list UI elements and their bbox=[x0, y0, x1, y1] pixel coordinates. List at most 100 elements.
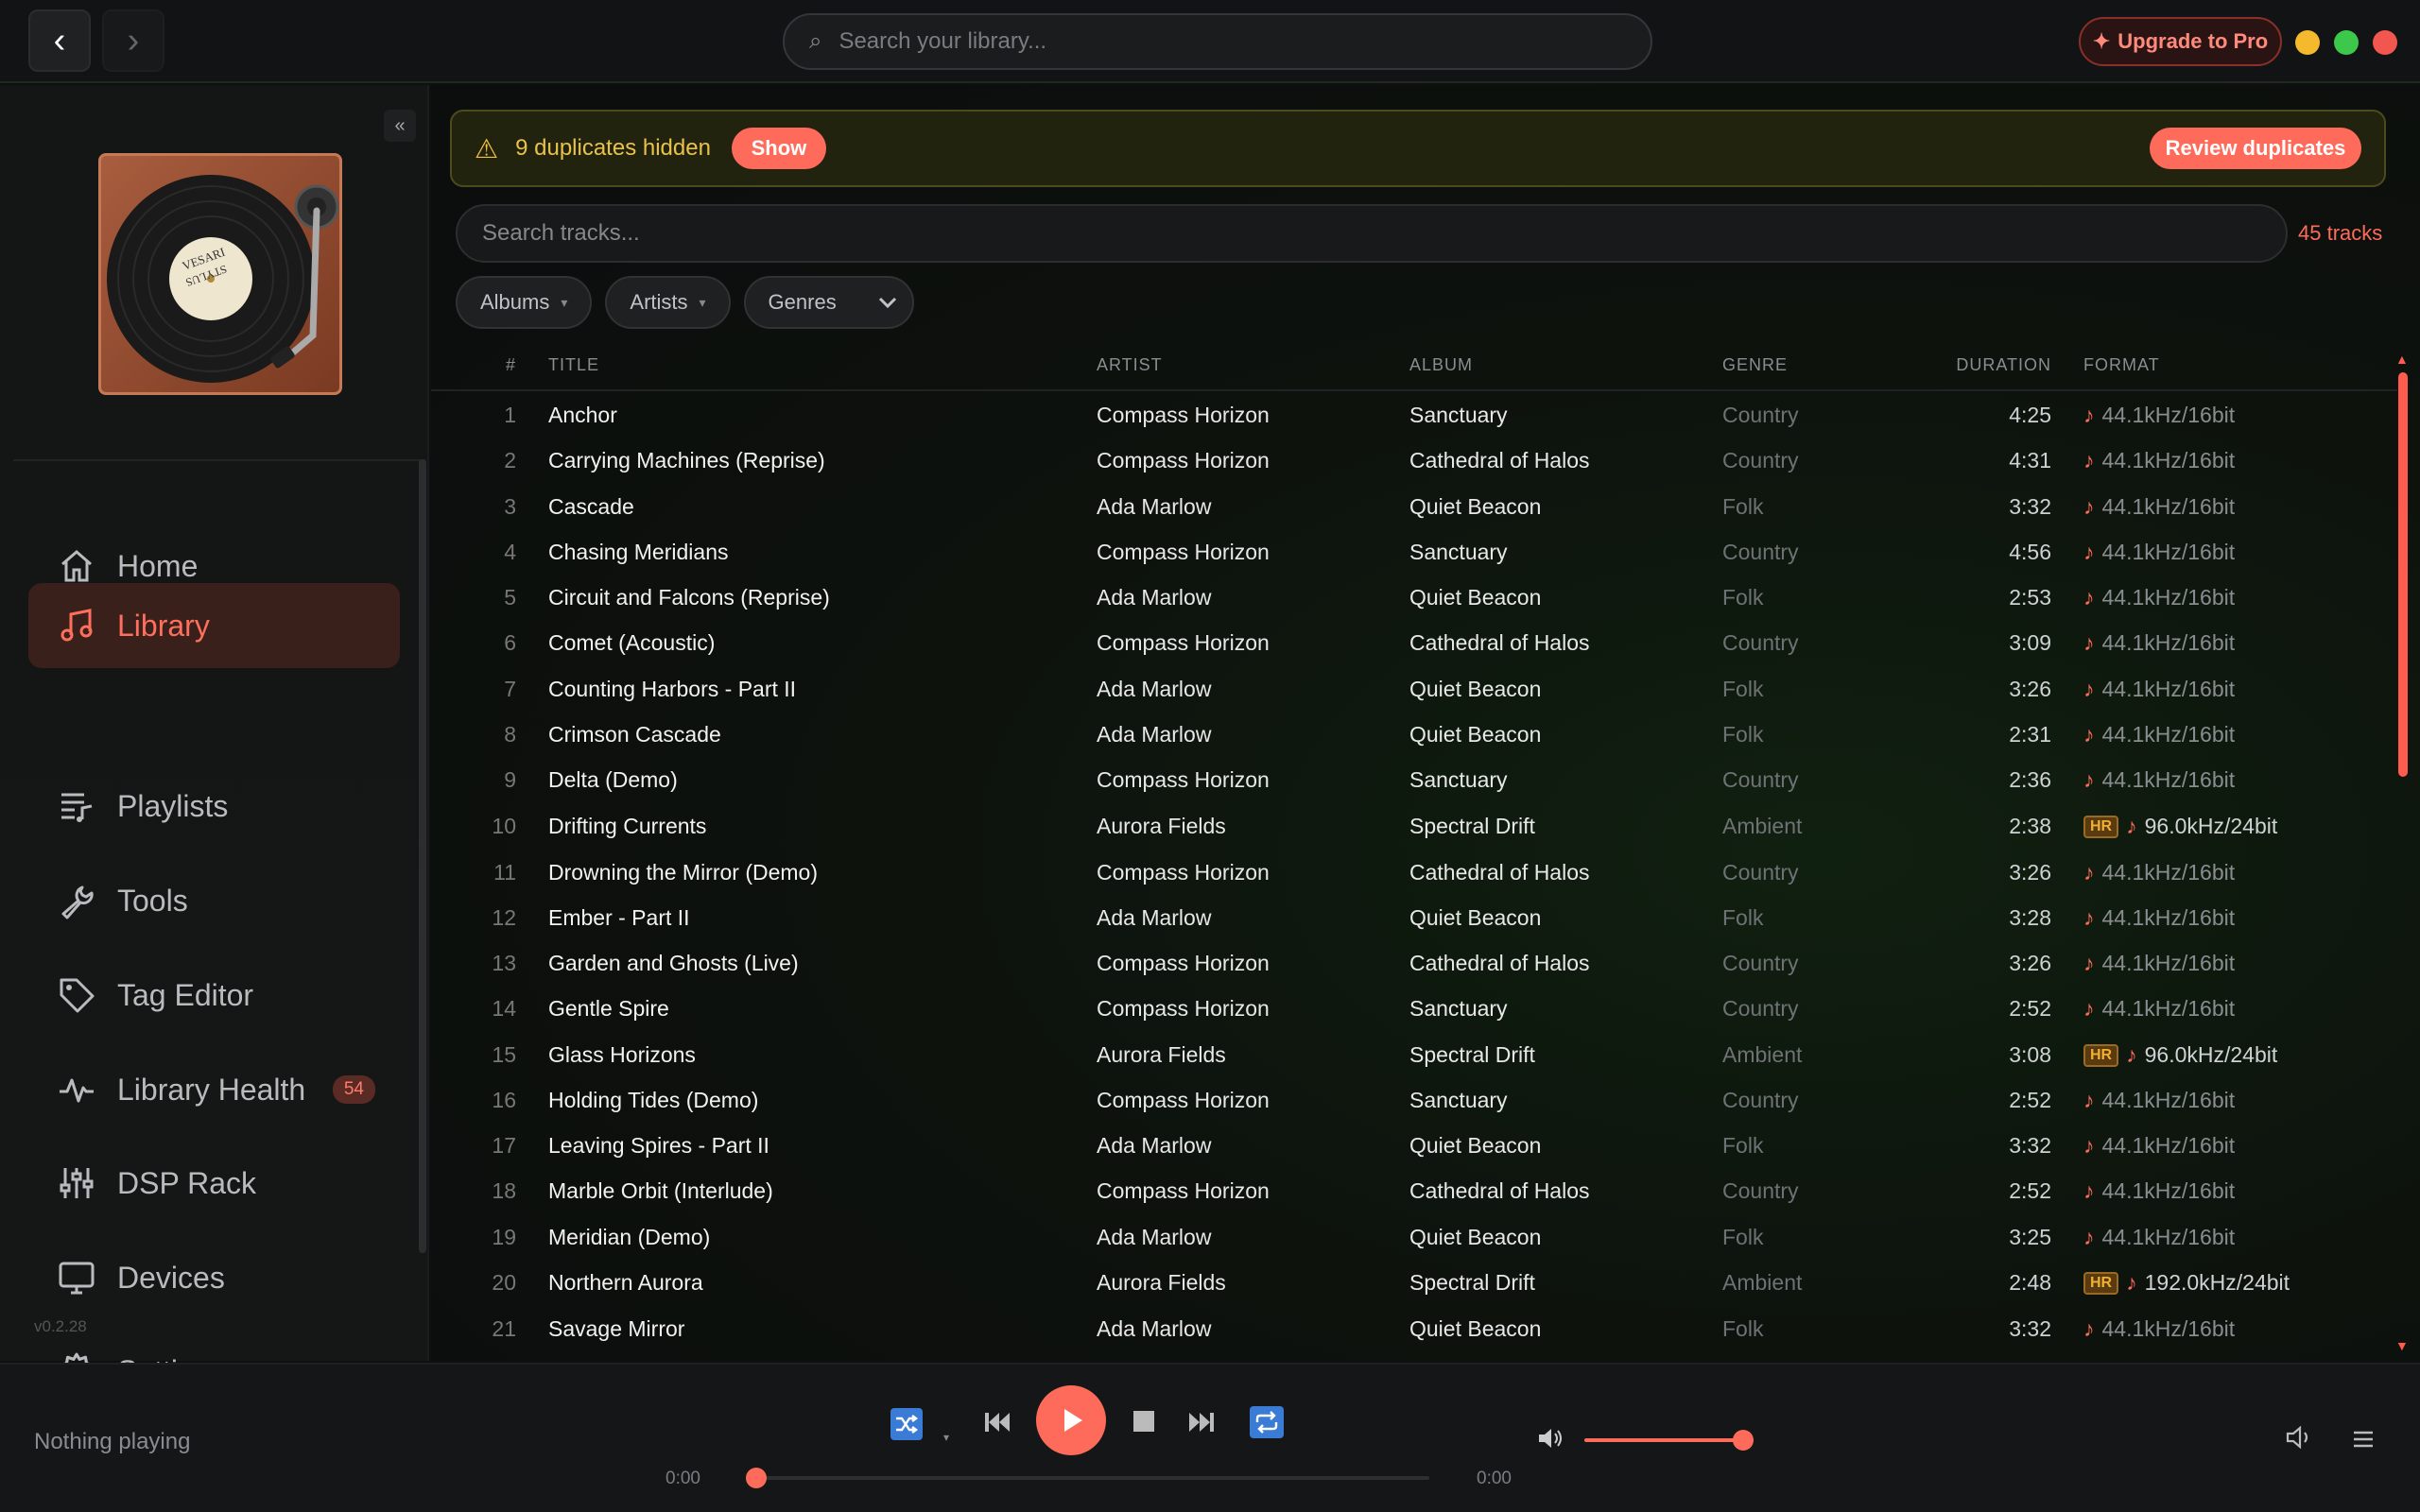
sidebar-item-playlists[interactable]: Playlists bbox=[28, 764, 400, 849]
table-row[interactable]: 13 Garden and Ghosts (Live) Compass Horizo… bbox=[431, 939, 2397, 985]
queue-button[interactable] bbox=[2352, 1429, 2375, 1450]
sidebar-item-tag-editor[interactable]: Tag Editor bbox=[28, 953, 400, 1038]
sidebar-item-label: DSP Rack bbox=[117, 1165, 257, 1200]
music-note-icon: ♪ bbox=[2083, 540, 2095, 564]
track-number: 2 bbox=[504, 448, 516, 472]
repeat-button[interactable] bbox=[1250, 1406, 1284, 1438]
table-row[interactable]: 4 Chasing Meridians Compass Horizon Sanctua… bbox=[431, 528, 2397, 574]
column-format[interactable]: FORMAT bbox=[2083, 355, 2160, 375]
column-duration[interactable]: DURATION bbox=[1887, 355, 2051, 375]
albums-filter[interactable]: Albums ▾ bbox=[456, 276, 593, 329]
filter-label: Albums bbox=[480, 290, 550, 314]
table-row[interactable]: 3 Cascade Ada Marlow Quiet Beacon Folk 3:32 ♪ 4… bbox=[431, 483, 2397, 528]
track-duration: 3:26 bbox=[2009, 860, 2051, 885]
track-genre: Country bbox=[1722, 996, 1799, 1021]
table-row[interactable]: 15 Glass Horizons Aurora Fields Spectral Dr… bbox=[431, 1031, 2397, 1076]
minimize-button[interactable] bbox=[2295, 30, 2320, 55]
shuffle-mode-caret-icon[interactable]: ▾ bbox=[943, 1431, 949, 1444]
format-value: 44.1kHz/16bit bbox=[2101, 1316, 2236, 1341]
table-row[interactable]: 9 Delta (Demo) Compass Horizon Sanctuary Cou… bbox=[431, 756, 2397, 801]
music-note-icon: ♪ bbox=[2083, 403, 2095, 427]
track-genre: Folk bbox=[1722, 722, 1764, 747]
track-album: Sanctuary bbox=[1409, 540, 1508, 564]
track-album: Quiet Beacon bbox=[1409, 1316, 1542, 1341]
table-row[interactable]: 19 Meridian (Demo) Ada Marlow Quiet Beacon F… bbox=[431, 1213, 2397, 1259]
forward-button[interactable]: › bbox=[102, 9, 164, 72]
output-volume-button[interactable] bbox=[2286, 1425, 2314, 1450]
table-row[interactable]: 8 Crimson Cascade Ada Marlow Quiet Beacon Fo… bbox=[431, 711, 2397, 756]
play-button[interactable] bbox=[1036, 1385, 1106, 1455]
artists-filter[interactable]: Artists ▾ bbox=[605, 276, 731, 329]
track-genre: Folk bbox=[1722, 1225, 1764, 1249]
column-album[interactable]: ALBUM bbox=[1409, 355, 1473, 375]
sidebar-item-label: Library bbox=[117, 608, 210, 643]
sidebar-item-library[interactable]: Library bbox=[28, 583, 400, 668]
track-list-scrollbar[interactable]: ▲ ▼ bbox=[2395, 352, 2409, 1361]
column-artist[interactable]: ARTIST bbox=[1097, 355, 1163, 375]
track-album: Sanctuary bbox=[1409, 996, 1508, 1021]
previous-button[interactable] bbox=[983, 1410, 1011, 1435]
collapse-sidebar-button[interactable]: « bbox=[384, 110, 416, 142]
track-album: Quiet Beacon bbox=[1409, 722, 1542, 747]
table-row[interactable]: 10 Drifting Currents Aurora Fields Spectral… bbox=[431, 802, 2397, 848]
table-row[interactable]: 7 Counting Harbors - Part II Ada Marlow Qui… bbox=[431, 665, 2397, 711]
table-row[interactable]: 2 Carrying Machines (Reprise) Compass Hori… bbox=[431, 437, 2397, 482]
review-duplicates-button[interactable]: Review duplicates bbox=[2150, 128, 2361, 169]
back-button[interactable]: ‹ bbox=[28, 9, 91, 72]
format-value: 44.1kHz/16bit bbox=[2101, 448, 2236, 472]
format-value: 44.1kHz/16bit bbox=[2101, 722, 2236, 747]
close-button[interactable] bbox=[2373, 30, 2397, 55]
table-row[interactable]: 16 Holding Tides (Demo) Compass Horizon San… bbox=[431, 1076, 2397, 1122]
sidebar-item-library-health[interactable]: Library Health 54 bbox=[28, 1047, 400, 1132]
sidebar-item-tools[interactable]: Tools bbox=[28, 858, 400, 943]
format-value: 96.0kHz/24bit bbox=[2144, 814, 2278, 838]
column-title[interactable]: TITLE bbox=[548, 355, 599, 375]
track-artist: Compass Horizon bbox=[1097, 767, 1270, 792]
album-art: VESARI STYLUS bbox=[98, 153, 342, 395]
track-number: 1 bbox=[504, 403, 516, 427]
sidebar-item-label: Library Health bbox=[117, 1072, 306, 1107]
table-row[interactable]: 6 Comet (Acoustic) Compass Horizon Cathedra… bbox=[431, 619, 2397, 664]
table-row[interactable]: 5 Circuit and Falcons (Reprise) Ada Marlow… bbox=[431, 574, 2397, 619]
show-duplicates-button[interactable]: Show bbox=[731, 128, 826, 169]
volume-handle[interactable] bbox=[1732, 1430, 1754, 1451]
track-artist: Ada Marlow bbox=[1097, 1133, 1212, 1158]
sidebar-item-dsp-rack[interactable]: DSP Rack bbox=[28, 1141, 400, 1226]
column-number[interactable]: # bbox=[431, 355, 516, 375]
track-artist: Compass Horizon bbox=[1097, 403, 1270, 427]
table-row[interactable]: 20 Northern Aurora Aurora Fields Spectral D… bbox=[431, 1259, 2397, 1304]
track-number: 8 bbox=[504, 722, 516, 747]
stop-button[interactable] bbox=[1132, 1410, 1155, 1433]
column-genre[interactable]: GENRE bbox=[1722, 355, 1788, 375]
sidebar-item-label: Home bbox=[117, 548, 199, 583]
mute-button[interactable] bbox=[1537, 1427, 1564, 1450]
scrollbar-thumb[interactable] bbox=[2398, 372, 2408, 777]
seek-bar[interactable] bbox=[756, 1476, 1429, 1480]
table-row[interactable]: 17 Leaving Spires - Part II Ada Marlow Quie… bbox=[431, 1122, 2397, 1167]
genres-filter[interactable]: Genres bbox=[743, 276, 914, 329]
table-row[interactable]: 18 Marble Orbit (Interlude) Compass Horizo… bbox=[431, 1167, 2397, 1212]
upgrade-button[interactable]: ✦ Upgrade to Pro bbox=[2079, 17, 2282, 66]
hi-res-badge: HR bbox=[2083, 815, 2119, 838]
sidebar-item-devices[interactable]: Devices bbox=[28, 1235, 400, 1320]
table-row[interactable]: 1 Anchor Compass Horizon Sanctuary Country 4:… bbox=[431, 391, 2397, 437]
health-issues-badge: 54 bbox=[332, 1075, 375, 1104]
volume-slider[interactable] bbox=[1584, 1438, 1743, 1442]
shuffle-icon bbox=[896, 1415, 918, 1434]
next-button[interactable] bbox=[1187, 1410, 1216, 1435]
maximize-button[interactable] bbox=[2334, 30, 2359, 55]
library-search-input[interactable]: ⌕ Search your library... bbox=[783, 13, 1652, 70]
table-row[interactable]: 14 Gentle Spire Compass Horizon Sanctuary Co… bbox=[431, 985, 2397, 1030]
sidebar-scrollbar[interactable] bbox=[419, 459, 426, 1253]
table-row[interactable]: 12 Ember - Part II Ada Marlow Quiet Beacon F… bbox=[431, 894, 2397, 939]
tracks-search-input[interactable]: Search tracks... bbox=[456, 204, 2288, 263]
scroll-down-icon[interactable]: ▼ bbox=[2395, 1338, 2409, 1353]
track-title: Savage Mirror bbox=[548, 1316, 685, 1341]
scroll-up-icon[interactable]: ▲ bbox=[2395, 352, 2409, 367]
track-title: Carrying Machines (Reprise) bbox=[548, 448, 825, 472]
table-row[interactable]: 11 Drowning the Mirror (Demo) Compass Hori… bbox=[431, 849, 2397, 894]
shuffle-button[interactable] bbox=[890, 1408, 923, 1440]
table-row[interactable]: 21 Savage Mirror Ada Marlow Quiet Beacon Fol… bbox=[431, 1305, 2397, 1350]
music-note-icon: ♪ bbox=[2083, 677, 2095, 701]
seek-handle[interactable] bbox=[746, 1468, 767, 1488]
